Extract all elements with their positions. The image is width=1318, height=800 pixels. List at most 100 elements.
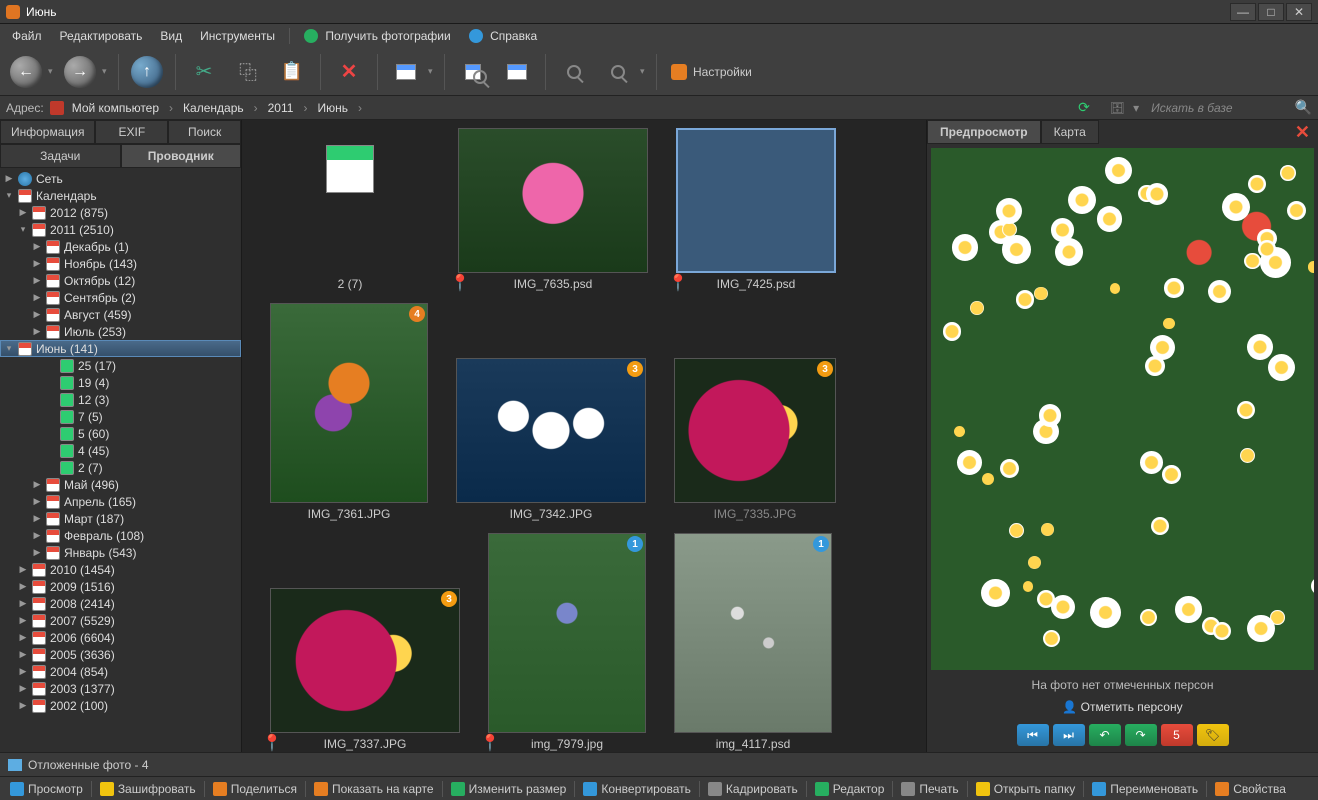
tree-node[interactable]: ▶2012 (875) [0,204,241,221]
expand-icon[interactable]: ▶ [18,615,28,626]
status-openfolder[interactable]: Открыть папку [970,780,1082,798]
search-db-input[interactable]: Искать в базе [1151,101,1232,115]
tree-node[interactable]: 2 (7) [0,459,241,476]
status-rename[interactable]: Переименовать [1086,780,1204,798]
breadcrumb[interactable]: Календарь [181,99,246,117]
thumbnail-image[interactable]: 3 [270,588,460,733]
thumbnail-item[interactable]: 1📍img_7979.jpg [488,533,646,751]
tree-node[interactable]: 25 (17) [0,357,241,374]
nav-forward-button[interactable]: → [60,52,100,92]
tree-node[interactable]: ▶Декабрь (1) [0,238,241,255]
tree-node[interactable]: ▶Сентябрь (2) [0,289,241,306]
status-resize[interactable]: Изменить размер [445,780,573,798]
view-thumbs-button[interactable] [386,52,426,92]
thumbnail-item[interactable]: 1img_4117.psd [674,533,832,751]
expand-icon[interactable]: ▶ [32,292,42,303]
expand-icon[interactable]: ▶ [32,309,42,320]
tree-node[interactable]: ▶2009 (1516) [0,578,241,595]
status-crop[interactable]: Кадрировать [702,780,804,798]
zoom-in-button[interactable] [554,52,594,92]
expand-icon[interactable]: ▶ [32,258,42,269]
tree-node[interactable]: ▶2007 (5529) [0,612,241,629]
minimize-button[interactable]: — [1230,3,1256,21]
breadcrumb[interactable]: 2011 [266,99,296,117]
tag-button[interactable]: 🏷 [1197,724,1229,746]
thumbnail-item[interactable]: 📍IMG_7425.psd [676,128,836,291]
tree-node[interactable]: ▾2011 (2510) [0,221,241,238]
menu-file[interactable]: Файл [4,26,50,46]
tree-node[interactable]: ▶Февраль (108) [0,527,241,544]
tab-search[interactable]: Поиск [168,120,241,144]
tree[interactable]: ▶Сеть▾Календарь▶2012 (875)▾2011 (2510)▶Д… [0,168,241,752]
undo-button[interactable]: ↶ [1089,724,1121,746]
delete-button[interactable]: ✕ [329,52,369,92]
preview-image[interactable] [931,148,1314,670]
nav-forward-dropdown[interactable]: ▾ [102,66,112,77]
close-button[interactable]: ✕ [1286,3,1312,21]
pending-bar[interactable]: Отложенные фото - 4 [0,752,1318,776]
expand-icon[interactable]: ▶ [18,581,28,592]
status-props[interactable]: Свойства [1209,780,1292,798]
tree-node[interactable]: ▶Июль (253) [0,323,241,340]
expand-icon[interactable]: ▶ [32,496,42,507]
tree-node[interactable]: ▶Октябрь (12) [0,272,241,289]
expand-icon[interactable]: ▶ [18,632,28,643]
expand-icon[interactable]: ▶ [18,207,28,218]
tree-node[interactable]: ▶2002 (100) [0,697,241,714]
paste-button[interactable]: 📋 [272,52,312,92]
expand-icon[interactable]: ▶ [32,530,42,541]
mark-person-button[interactable]: Отметить персону [927,696,1318,718]
status-view[interactable]: Просмотр [4,780,89,798]
prev-first-button[interactable]: ⏮ [1017,724,1049,746]
menu-help[interactable]: Справка [461,26,545,47]
status-print[interactable]: Печать [895,780,964,798]
expand-icon[interactable]: ▶ [18,683,28,694]
thumbnail-image[interactable] [458,128,648,273]
thumbnail-image[interactable]: 4 [270,303,428,503]
thumbnail-image[interactable]: 3 [674,358,836,503]
tree-node[interactable]: ▾Июнь (141) [0,340,241,357]
thumbnail-item[interactable]: 4IMG_7361.JPG [270,303,428,521]
tab-preview[interactable]: Предпросмотр [927,120,1041,144]
status-encrypt[interactable]: Зашифровать [94,780,202,798]
zoom-dropdown[interactable]: ▾ [640,66,650,77]
nav-up-button[interactable]: ↑ [127,52,167,92]
expand-icon[interactable]: ▾ [4,343,14,354]
settings-button[interactable]: Настройки [663,64,760,80]
tree-node[interactable]: ▶Ноябрь (143) [0,255,241,272]
expand-icon[interactable]: ▾ [4,190,14,201]
status-editor[interactable]: Редактор [809,780,891,798]
status-showmap[interactable]: Показать на карте [308,780,440,798]
expand-icon[interactable]: ▶ [32,479,42,490]
tree-node[interactable]: ▶2005 (3636) [0,646,241,663]
rating-button[interactable]: 5 [1161,724,1193,746]
zoom-out-button[interactable] [598,52,638,92]
breadcrumb[interactable]: Мой компьютер [70,99,161,117]
expand-icon[interactable]: ▶ [18,598,28,609]
tree-node[interactable]: ▶2004 (854) [0,663,241,680]
tree-node[interactable]: ▶Сеть [0,170,241,187]
expand-icon[interactable]: ▶ [32,513,42,524]
tree-node[interactable]: 12 (3) [0,391,241,408]
maximize-button[interactable]: □ [1258,3,1284,21]
tree-node[interactable]: ▾Календарь [0,187,241,204]
thumbnail-image[interactable]: 3 [456,358,646,503]
status-convert[interactable]: Конвертировать [577,780,697,798]
refresh-button[interactable]: ⟳ [1078,99,1090,116]
thumbnail-item[interactable]: 3IMG_7335.JPG [674,358,836,521]
web-search-icon[interactable]: 🔍 [1295,99,1312,116]
tab-tasks[interactable]: Задачи [0,144,121,168]
expand-icon[interactable]: ▶ [32,326,42,337]
tree-node[interactable]: ▶2006 (6604) [0,629,241,646]
fullscreen-button[interactable] [497,52,537,92]
expand-icon[interactable]: ▶ [18,649,28,660]
expand-icon[interactable]: ▶ [4,173,14,184]
nav-back-button[interactable]: ← [6,52,46,92]
thumbnail-item[interactable]: 3IMG_7342.JPG [456,358,646,521]
menu-tools[interactable]: Инструменты [192,26,283,46]
tree-node[interactable]: 4 (45) [0,442,241,459]
expand-icon[interactable]: ▶ [18,564,28,575]
tree-node[interactable]: ▶Январь (543) [0,544,241,561]
tab-explorer[interactable]: Проводник [121,144,242,168]
zoom-page-button[interactable] [453,52,493,92]
